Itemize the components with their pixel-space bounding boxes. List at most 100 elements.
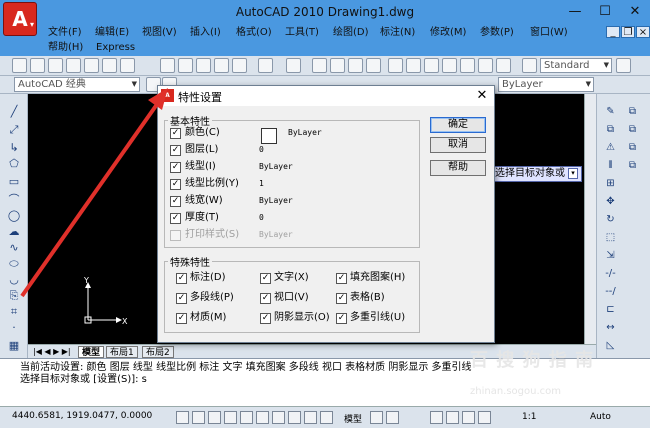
- join-icon[interactable]: ↔: [603, 320, 618, 335]
- maximize-button[interactable]: ☐: [590, 0, 620, 24]
- plot-style-checkbox[interactable]: [170, 230, 181, 241]
- 3d-publish-icon[interactable]: [120, 58, 135, 73]
- pan-status-icon[interactable]: [430, 411, 443, 424]
- zoom-previous-icon[interactable]: [366, 58, 381, 73]
- ok-button[interactable]: 确定: [430, 117, 486, 133]
- viewport-checkbox[interactable]: ✓: [260, 293, 271, 304]
- lineweight-checkbox[interactable]: ✓: [170, 196, 181, 207]
- send-back-icon[interactable]: ⧉: [625, 140, 640, 155]
- model-button[interactable]: 模型: [344, 412, 362, 425]
- tab-nav-arrows[interactable]: |◀ ◀ ▶ ▶|: [30, 346, 76, 358]
- move-icon[interactable]: ✥: [603, 194, 618, 209]
- array-icon[interactable]: ⊞: [603, 176, 618, 191]
- block-editor-icon[interactable]: [232, 58, 247, 73]
- extend-icon[interactable]: --/: [603, 284, 618, 299]
- text-above-icon[interactable]: ⧉: [625, 158, 640, 173]
- layout-quick-view-icon[interactable]: [370, 411, 383, 424]
- vertical-scrollbar[interactable]: [584, 94, 596, 344]
- menu-help[interactable]: 帮助(H): [48, 41, 83, 55]
- polar-icon[interactable]: [224, 411, 237, 424]
- polyline-checkbox[interactable]: ✓: [176, 293, 187, 304]
- cut-icon[interactable]: [160, 58, 175, 73]
- dialog-close-button[interactable]: ✕: [472, 87, 492, 105]
- dimension-style-icon[interactable]: [616, 58, 631, 73]
- tab-layout2[interactable]: 布局2: [142, 346, 174, 358]
- sheet-set-icon[interactable]: [442, 58, 457, 73]
- close-button[interactable]: ✕: [620, 0, 650, 24]
- revision-cloud-icon[interactable]: ☁: [6, 224, 22, 240]
- zoom-window-icon[interactable]: [348, 58, 363, 73]
- ellipse-icon[interactable]: ⬭: [6, 256, 22, 272]
- auto-scale-toggle[interactable]: Auto: [590, 412, 611, 422]
- spline-icon[interactable]: ∿: [6, 240, 22, 256]
- annotation-scale[interactable]: 1:1: [522, 412, 536, 422]
- grid-icon[interactable]: [192, 411, 205, 424]
- new-icon[interactable]: [12, 58, 27, 73]
- doc-minimize-button[interactable]: _: [606, 26, 620, 38]
- tool-palettes-icon[interactable]: [424, 58, 439, 73]
- osnap-icon[interactable]: [240, 411, 253, 424]
- hatch-icon[interactable]: ▦: [6, 338, 22, 354]
- quickcalc-icon[interactable]: [478, 58, 493, 73]
- menu-view[interactable]: 视图(V): [142, 26, 177, 40]
- dyn-icon[interactable]: [288, 411, 301, 424]
- help-icon[interactable]: [496, 58, 511, 73]
- menu-edit[interactable]: 编辑(E): [95, 26, 129, 40]
- shadow-display-checkbox[interactable]: ✓: [260, 313, 271, 324]
- coordinate-readout[interactable]: 4440.6581, 1919.0477, 0.0000: [12, 411, 152, 421]
- text-style-select[interactable]: Standard: [540, 58, 612, 73]
- workspace-select[interactable]: AutoCAD 经典: [14, 77, 140, 92]
- trim-icon[interactable]: -/-: [603, 266, 618, 281]
- otrack-icon[interactable]: [256, 411, 269, 424]
- dropdown-arrow-icon[interactable]: ▾: [568, 168, 578, 179]
- polyline-icon[interactable]: ↳: [6, 140, 22, 156]
- scale-icon[interactable]: ⬚: [603, 230, 618, 245]
- linetype-checkbox[interactable]: ✓: [170, 162, 181, 173]
- construction-line-icon[interactable]: ⤢: [6, 122, 22, 138]
- table-checkbox[interactable]: ✓: [336, 293, 347, 304]
- polygon-icon[interactable]: ⬠: [6, 156, 22, 172]
- tab-layout1[interactable]: 布局1: [106, 346, 138, 358]
- bring-front-icon[interactable]: ⧉: [625, 122, 640, 137]
- circle-icon[interactable]: ◯: [6, 208, 22, 224]
- menu-file[interactable]: 文件(F): [48, 26, 82, 40]
- save-icon[interactable]: [48, 58, 63, 73]
- menu-dimension[interactable]: 标注(N): [380, 26, 415, 40]
- menu-tools[interactable]: 工具(T): [285, 26, 319, 40]
- doc-restore-button[interactable]: ❐: [621, 26, 635, 38]
- ducs-icon[interactable]: [272, 411, 285, 424]
- rotate-icon[interactable]: ↻: [603, 212, 618, 227]
- command-input-line[interactable]: 选择目标对象或 [设置(S)]: s: [20, 374, 147, 386]
- application-menu-button[interactable]: A ▾: [3, 2, 37, 36]
- text-checkbox[interactable]: ✓: [260, 273, 271, 284]
- menu-format[interactable]: 格式(O): [236, 26, 272, 40]
- menu-parametric[interactable]: 参数(P): [480, 26, 514, 40]
- help-button[interactable]: 帮助: [430, 160, 486, 176]
- quick-properties-icon[interactable]: [320, 411, 333, 424]
- lineweight-icon[interactable]: [304, 411, 317, 424]
- layer-checkbox[interactable]: ✓: [170, 145, 181, 156]
- color-checkbox[interactable]: ✓: [170, 128, 181, 139]
- ellipse-arc-icon[interactable]: ◡: [6, 272, 22, 288]
- pan-icon[interactable]: [312, 58, 327, 73]
- tab-model[interactable]: 模型: [78, 346, 105, 358]
- linetype-scale-checkbox[interactable]: ✓: [170, 179, 181, 190]
- design-center-icon[interactable]: [406, 58, 421, 73]
- cancel-button[interactable]: 取消: [430, 137, 486, 153]
- redo-icon[interactable]: [286, 58, 301, 73]
- markup-icon[interactable]: [460, 58, 475, 73]
- preview-icon[interactable]: [84, 58, 99, 73]
- steering-wheel-icon[interactable]: [462, 411, 475, 424]
- match-properties-icon[interactable]: [214, 58, 229, 73]
- thickness-checkbox[interactable]: ✓: [170, 213, 181, 224]
- line-icon[interactable]: ╱: [6, 104, 22, 120]
- snap-icon[interactable]: [176, 411, 189, 424]
- drawing-quick-view-icon[interactable]: [386, 411, 399, 424]
- minimize-button[interactable]: —: [560, 0, 590, 24]
- copy-icon[interactable]: [178, 58, 193, 73]
- properties-icon[interactable]: [388, 58, 403, 73]
- hatch-checkbox[interactable]: ✓: [336, 273, 347, 284]
- chamfer-icon[interactable]: ◺: [603, 338, 618, 353]
- text-style-icon[interactable]: [522, 58, 537, 73]
- open-icon[interactable]: [30, 58, 45, 73]
